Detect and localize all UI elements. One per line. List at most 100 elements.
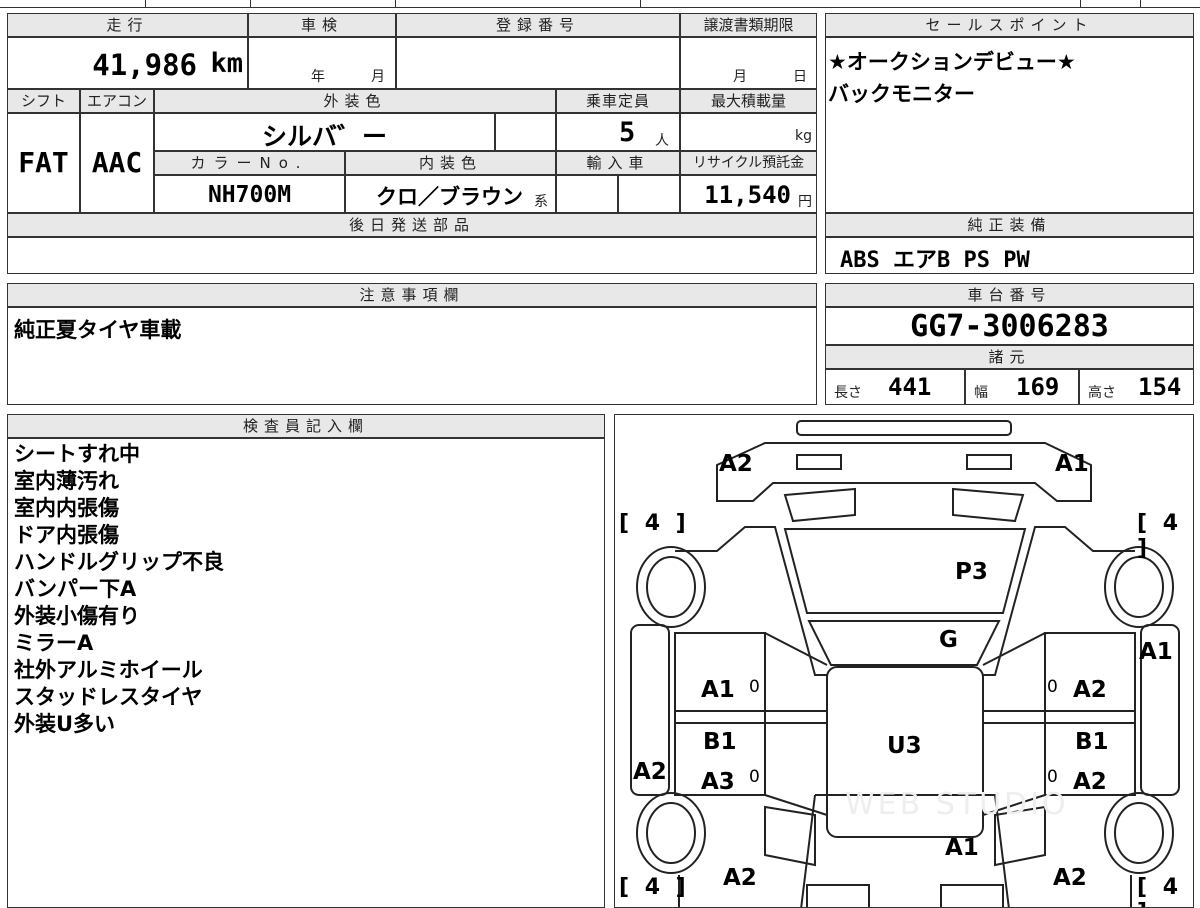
capacity-header: 乗車定員	[556, 89, 680, 113]
exterior-color-header: 外装色	[154, 89, 556, 113]
chassis-cell: GG7-3006283	[825, 307, 1194, 345]
mileage-unit: km	[210, 48, 243, 79]
equipment-header: 純正装備	[825, 213, 1194, 237]
length-value: 441	[888, 373, 932, 401]
recycle-cell: 11,540 円	[680, 175, 817, 213]
interior-color-header: 内装色	[345, 151, 556, 175]
width-cell: 幅 169	[965, 369, 1079, 405]
transfer-header: 譲渡書類期限	[680, 13, 817, 37]
capacity-cell: 5 人	[556, 113, 680, 151]
width-value: 169	[1016, 373, 1060, 401]
small-mark: 0	[749, 767, 760, 787]
watermark: WEB STUDIO	[845, 787, 1069, 822]
mileage-value: 41,986	[92, 48, 197, 82]
import-cell-b	[618, 175, 680, 213]
shaken-year-unit: 年	[311, 69, 325, 85]
mark-front-right: A1	[1055, 451, 1089, 477]
width-label: 幅	[974, 385, 988, 401]
mark-rear-left: A2	[723, 865, 757, 891]
note-line: ドア内張傷	[14, 523, 119, 547]
sales-point-line-1: ★オークションデビュー★	[828, 50, 1076, 74]
max-load-cell: kg	[680, 113, 817, 151]
transfer-month-unit: 月	[733, 69, 747, 85]
chassis-value: GG7-3006283	[910, 309, 1109, 344]
small-mark: 0	[749, 677, 760, 697]
shaken-cell: 年 月	[248, 37, 396, 89]
equipment-cell: ABS エアB PS PW	[825, 237, 1194, 274]
color-no-cell: NH700M	[154, 175, 345, 213]
shaken-header: 車検	[248, 13, 396, 37]
note-line: シートすれ中	[14, 442, 140, 466]
shaken-month-unit: 月	[371, 69, 385, 85]
exterior-color-extra	[495, 113, 556, 151]
shift-value: FAT	[18, 146, 69, 179]
sales-point-cell: ★オークションデビュー★ バックモニター	[825, 37, 1194, 213]
mark-rear-gate: A1	[945, 835, 979, 861]
car-outline	[630, 420, 1180, 907]
max-load-unit: kg	[795, 128, 812, 144]
tire-bracket-rear-left: [ 4 ]	[619, 875, 690, 900]
mark-left-rear-door-2: A3	[701, 769, 735, 795]
capacity-value: 5	[619, 117, 636, 148]
mark-right-rear-door-2: A2	[1073, 769, 1107, 795]
exterior-color-value: シルバ゛ー	[261, 122, 387, 151]
recycle-header: リサイクル預託金	[680, 151, 817, 175]
interior-color-suffix: 系	[534, 194, 548, 210]
import-cell-a	[556, 175, 618, 213]
height-value: 154	[1138, 373, 1182, 401]
import-header: 輸入車	[556, 151, 680, 175]
caution-header: 注意事項欄	[7, 283, 817, 307]
mark-right-rear-door-1: B1	[1075, 729, 1109, 755]
note-line: 社外アルミホイール	[14, 658, 203, 682]
chassis-header: 車台番号	[825, 283, 1194, 307]
dims-header: 諸元	[825, 345, 1194, 369]
max-load-header: 最大積載量	[680, 89, 817, 113]
mark-left-front-door: A1	[701, 677, 735, 703]
note-line: バンパー下A	[14, 577, 137, 601]
mark-front-left: A2	[719, 451, 753, 477]
shift-cell: FAT	[7, 113, 80, 213]
mark-right-front-door: A2	[1073, 677, 1107, 703]
aircon-value: AAC	[91, 146, 143, 179]
mark-hood: P3	[955, 559, 988, 585]
length-label: 長さ	[834, 385, 862, 401]
mileage-header: 走行	[7, 13, 248, 37]
note-line: スタッドレスタイヤ	[14, 685, 203, 709]
caution-value: 純正夏タイヤ車載	[14, 318, 182, 342]
mark-left-quarter: A2	[633, 759, 667, 785]
color-no-value: NH700M	[207, 182, 292, 208]
aircon-header: エアコン	[80, 89, 154, 113]
mark-left-rear-door-1: B1	[703, 729, 737, 755]
mark-right-fender: A1	[1139, 639, 1173, 665]
sales-point-header: セールスポイント	[825, 13, 1194, 37]
registration-cell	[396, 37, 680, 89]
note-line: 室内内張傷	[14, 496, 119, 520]
sales-point-line-2: バックモニター	[828, 82, 975, 106]
car-diagram: WEB STUDIO [ 4 ] [ 4 ] [ 4 ] [ 4 ] A2 A1…	[614, 414, 1194, 908]
registration-header: 登録番号	[396, 13, 680, 37]
height-cell: 高さ 154	[1079, 369, 1194, 405]
height-label: 高さ	[1088, 385, 1116, 401]
recycle-value: 11,540	[704, 181, 791, 209]
capacity-unit: 人	[655, 133, 669, 149]
interior-color-value: クロ／ブラウン	[376, 185, 523, 209]
note-line: ハンドルグリップ不良	[14, 550, 224, 574]
small-mark: 0	[1047, 677, 1058, 697]
inspector-notes: シートすれ中 室内薄汚れ 室内内張傷 ドア内張傷 ハンドルグリップ不良 バンパー…	[7, 438, 605, 908]
transfer-cell: 月 日	[680, 37, 817, 89]
note-line: 室内薄汚れ	[14, 469, 119, 493]
equipment-value: ABS エアB PS PW	[840, 248, 1030, 273]
mark-windshield: G	[939, 627, 958, 653]
small-mark: 0	[1047, 767, 1058, 787]
top-strip	[0, 0, 1200, 8]
inspector-header: 検査員記入欄	[7, 414, 605, 438]
aircon-cell: AAC	[80, 113, 154, 213]
caution-cell: 純正夏タイヤ車載	[7, 307, 817, 405]
color-no-header: カラーNo.	[154, 151, 345, 175]
tire-bracket-front-right: [ 4 ]	[1137, 511, 1183, 561]
note-line: ミラーA	[14, 631, 94, 655]
mark-rear-right: A2	[1053, 865, 1087, 891]
exterior-color-cell: シルバ゛ー	[154, 113, 495, 151]
shift-header: シフト	[7, 89, 80, 113]
later-parts-header: 後日発送部品	[7, 213, 817, 237]
